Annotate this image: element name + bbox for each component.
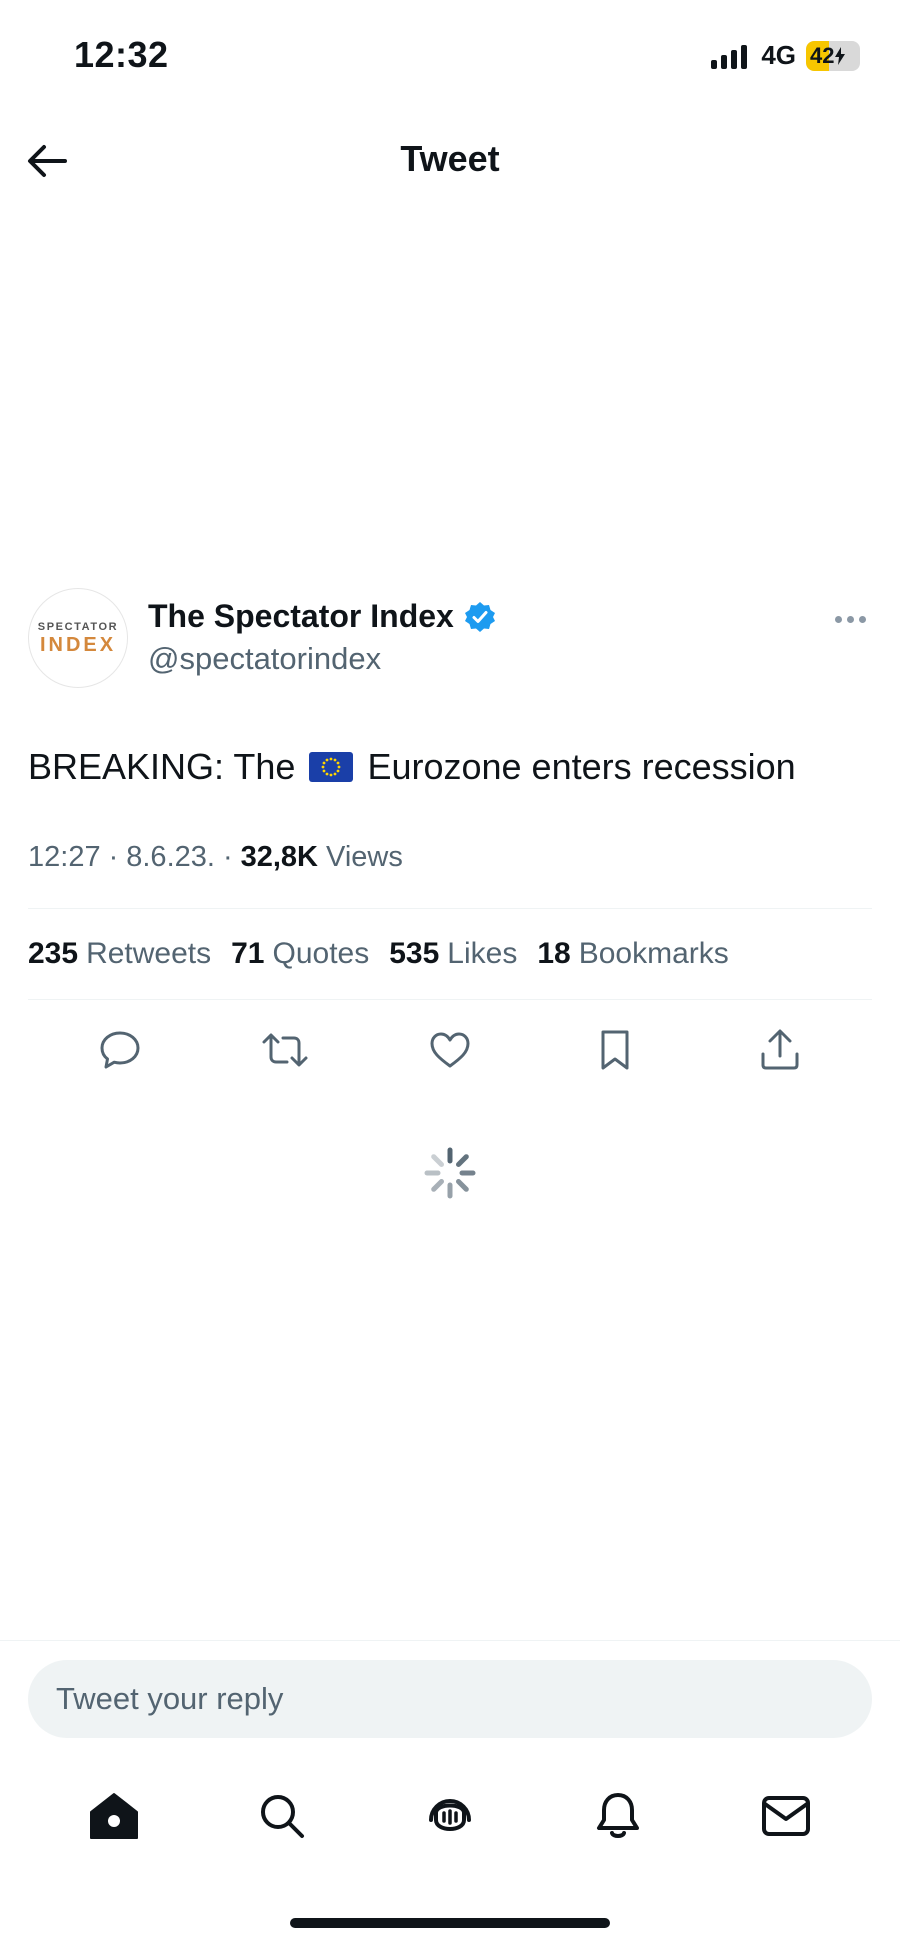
- retweet-icon: [262, 1033, 308, 1067]
- stat-quotes[interactable]: 71 Quotes: [231, 937, 369, 971]
- tweet-author-row: SPECTATOR INDEX The Spectator Index @spe…: [28, 588, 872, 688]
- status-indicators: 4G 42: [711, 40, 860, 71]
- verified-badge-icon: [464, 601, 495, 632]
- stat-retweets[interactable]: 235 Retweets: [28, 937, 211, 971]
- charging-icon: [835, 46, 846, 65]
- messages-icon: [762, 1796, 810, 1836]
- signal-icon: [711, 43, 748, 69]
- tweet-meta: 12:27 · 8.6.23. · 32,8K Views: [28, 841, 872, 874]
- views-count: 32,8K: [240, 840, 318, 873]
- nav-search[interactable]: [247, 1781, 317, 1851]
- like-button[interactable]: [420, 1020, 480, 1080]
- nav-notifications[interactable]: [583, 1781, 653, 1851]
- stat-likes[interactable]: 535 Likes: [389, 937, 517, 971]
- header: Tweet: [0, 120, 900, 200]
- avatar-text-top: SPECTATOR: [37, 621, 119, 633]
- stat-label: Retweets: [86, 936, 212, 970]
- stat-bookmarks[interactable]: 18 Bookmarks: [537, 937, 728, 971]
- bookmark-icon: [601, 1030, 629, 1070]
- eu-flag-icon: [309, 752, 354, 783]
- share-icon: [761, 1029, 799, 1070]
- tweet-time: 12:27: [28, 840, 101, 873]
- stat-label: Quotes: [272, 936, 370, 970]
- reply-input[interactable]: Tweet your reply: [28, 1660, 872, 1738]
- tweet-text-part-1: BREAKING: The: [28, 746, 296, 787]
- battery-level: 42: [810, 42, 835, 68]
- battery-icon: 42: [806, 40, 860, 71]
- stat-label: Likes: [447, 936, 518, 970]
- stat-count: 18: [537, 936, 571, 970]
- avatar[interactable]: SPECTATOR INDEX: [28, 588, 128, 688]
- status-time: 12:32: [74, 34, 169, 75]
- loading-spinner-icon: [424, 1147, 476, 1199]
- nav-spaces[interactable]: [415, 1781, 485, 1851]
- divider: [0, 1640, 900, 1641]
- page-title: Tweet: [400, 138, 500, 179]
- stat-label: Bookmarks: [578, 936, 729, 970]
- reply-button[interactable]: [90, 1020, 150, 1080]
- more-options-icon[interactable]: [829, 610, 872, 629]
- stat-count: 535: [389, 936, 440, 970]
- tweet-text-part-2: Eurozone enters recession: [367, 746, 796, 787]
- home-indicator: [290, 1918, 610, 1928]
- nav-home[interactable]: [79, 1781, 149, 1851]
- stat-count: 235: [28, 936, 79, 970]
- stat-count: 71: [231, 936, 265, 970]
- tweet: SPECTATOR INDEX The Spectator Index @spe…: [28, 588, 872, 1100]
- tweet-actions: [28, 1000, 872, 1100]
- like-icon: [430, 1032, 470, 1068]
- tweet-stats: 235 Retweets 71 Quotes 535 Likes 18 Bookmark…: [28, 909, 872, 999]
- spaces-icon: [429, 1799, 471, 1831]
- retweet-button[interactable]: [255, 1020, 315, 1080]
- views-label: Views: [326, 840, 403, 873]
- home-icon: [90, 1793, 138, 1839]
- network-label: 4G: [761, 40, 796, 70]
- author-info[interactable]: The Spectator Index @spectatorindex: [148, 598, 496, 677]
- tweet-text: BREAKING: The Eurozone enters recession: [28, 744, 872, 791]
- author-handle: @spectatorindex: [148, 641, 382, 676]
- avatar-text-bottom: INDEX: [39, 634, 117, 656]
- notifications-icon: [597, 1793, 639, 1838]
- author-name: The Spectator Index: [148, 598, 454, 634]
- tweet-date: 8.6.23.: [126, 840, 215, 873]
- share-button[interactable]: [750, 1020, 810, 1080]
- search-icon: [261, 1795, 304, 1838]
- bookmark-button[interactable]: [585, 1020, 645, 1080]
- bottom-nav: [0, 1776, 900, 1856]
- status-bar: 12:32 4G 42: [0, 0, 900, 110]
- meta-separator: ·: [108, 840, 119, 873]
- nav-messages[interactable]: [751, 1781, 821, 1851]
- meta-separator: ·: [222, 840, 233, 873]
- reply-icon: [100, 1031, 140, 1069]
